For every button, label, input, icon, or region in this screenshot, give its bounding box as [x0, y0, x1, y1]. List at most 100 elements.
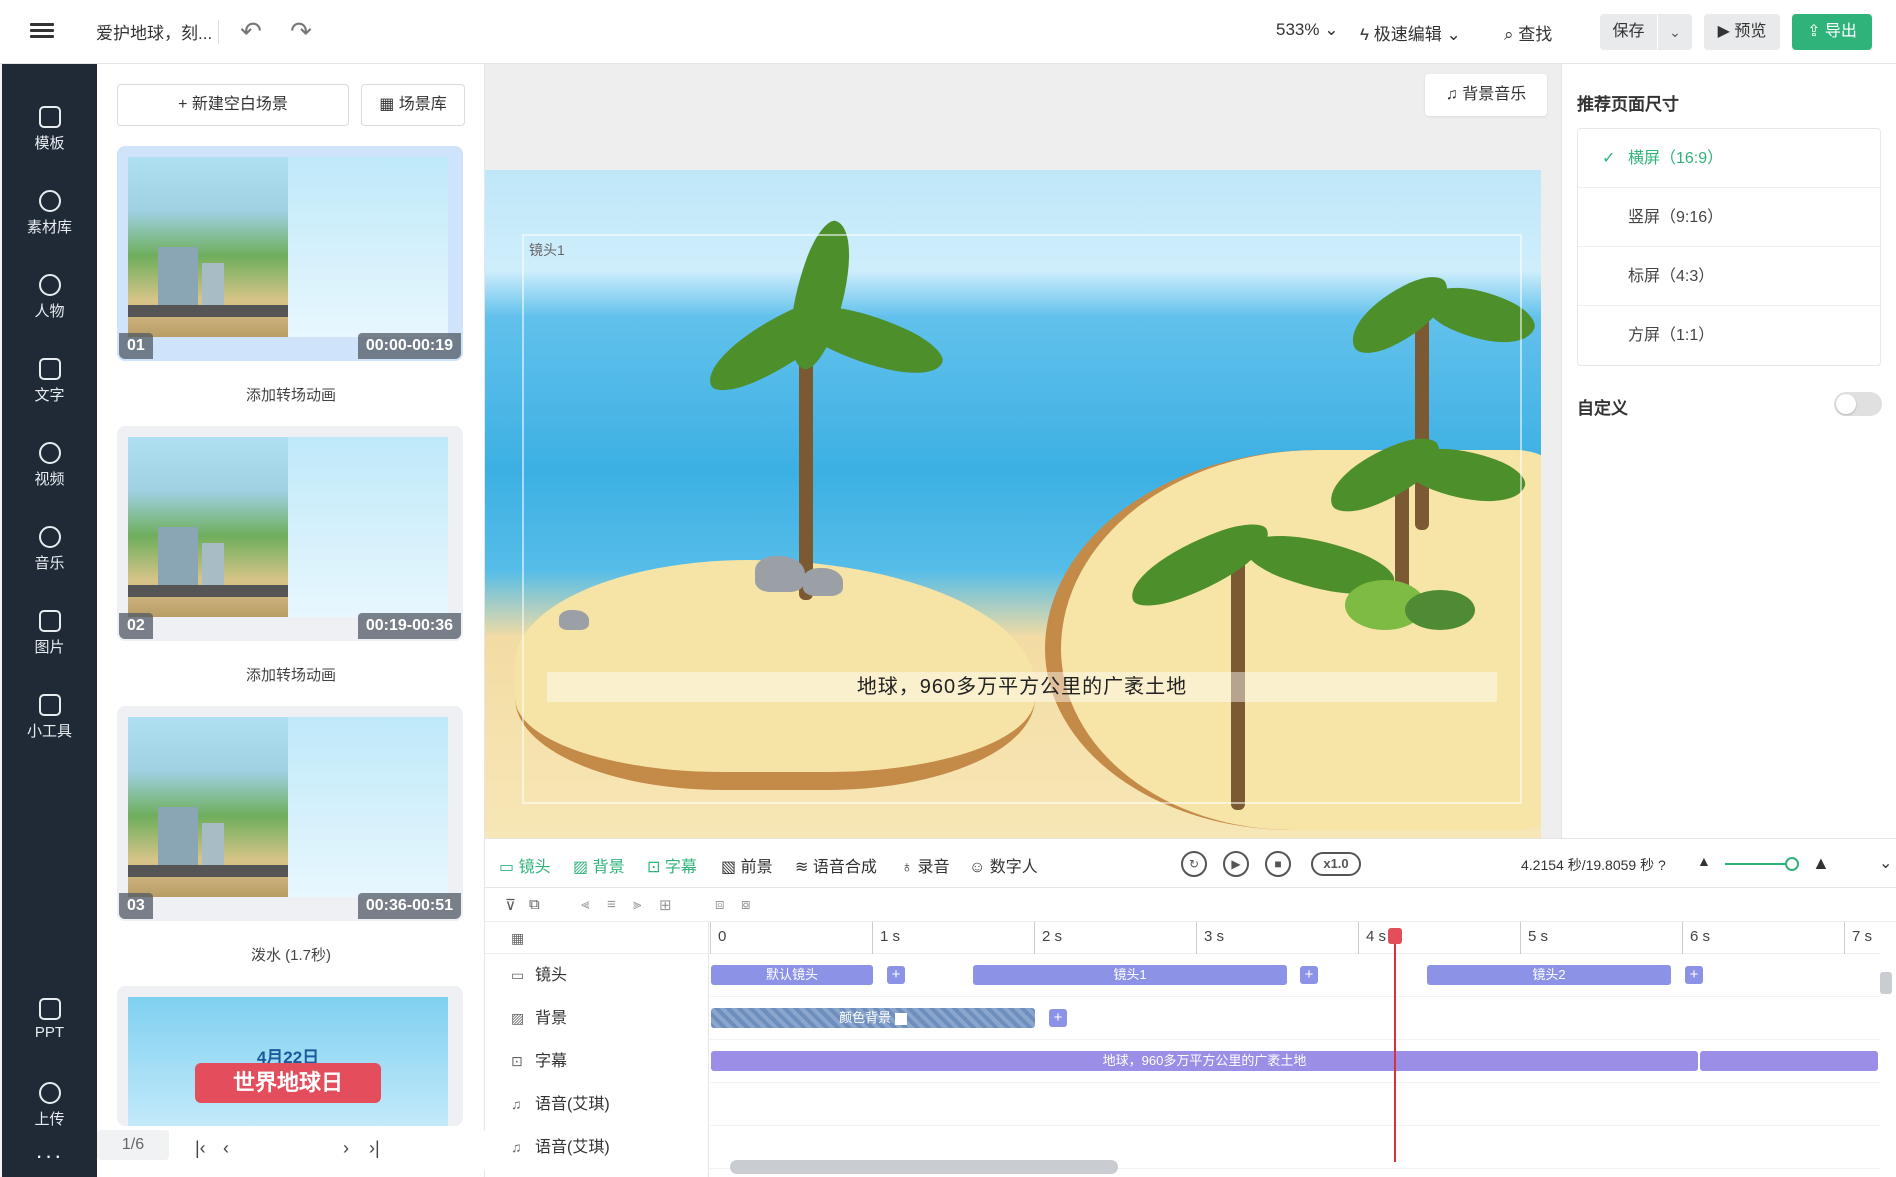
- add-shot-button[interactable]: +: [887, 966, 905, 984]
- zoom-out-icon[interactable]: ▲: [1697, 853, 1711, 869]
- size-option-square[interactable]: 方屏（1:1）: [1578, 306, 1880, 365]
- sidebar-item-label: 图片: [34, 639, 65, 656]
- bgm-label: 背景音乐: [1462, 86, 1527, 103]
- preview-button[interactable]: ▶ 预览: [1704, 14, 1780, 50]
- add-background-button[interactable]: +: [1049, 1009, 1067, 1027]
- timeline-horizontal-scrollbar[interactable]: [730, 1160, 1118, 1174]
- save-button[interactable]: 保存: [1600, 14, 1657, 50]
- background-music-button[interactable]: ♫ 背景音乐: [1425, 74, 1547, 116]
- play-icon[interactable]: ▶: [1223, 851, 1249, 877]
- scene-thumbnail: [128, 717, 448, 897]
- sidebar-item-template[interactable]: 模板: [2, 106, 97, 153]
- find-button[interactable]: ⌕ 查找: [1504, 20, 1552, 45]
- timeline-zoom-slider[interactable]: [1725, 857, 1799, 871]
- sidebar-item-upload[interactable]: 上传: [2, 1082, 97, 1129]
- more-icon[interactable]: ···: [2, 1143, 97, 1169]
- sidebar-item-assets[interactable]: 素材库: [2, 190, 97, 237]
- track-label-voice-1: ♫ 语音(艾琪): [485, 1083, 708, 1126]
- shot-label: 镜头1: [529, 242, 565, 258]
- scene-card-3[interactable]: 03 00:36-00:51: [117, 706, 463, 921]
- sidebar-item-music[interactable]: 音乐: [2, 526, 97, 573]
- replay-icon[interactable]: ↻: [1181, 851, 1207, 877]
- background-icon: ▨: [511, 1010, 525, 1026]
- mic-icon: ♁: [901, 859, 913, 876]
- track-subtitle: 地球，960多万平方公里的广袤土地: [710, 1040, 1880, 1083]
- next-page-icon[interactable]: ›: [343, 1138, 349, 1159]
- document-title[interactable]: 爱护地球，刻...: [96, 19, 212, 44]
- size-option-landscape[interactable]: ✓ 横屏（16:9）: [1578, 129, 1880, 188]
- shot-clip[interactable]: 镜头2: [1427, 965, 1671, 985]
- playhead-handle[interactable]: [1388, 928, 1402, 944]
- help-icon[interactable]: ?: [1658, 857, 1666, 873]
- filter-icon[interactable]: ⊽: [505, 896, 516, 914]
- slider-knob[interactable]: [1785, 857, 1799, 871]
- first-page-icon[interactable]: |‹: [195, 1138, 206, 1159]
- hamburger-icon[interactable]: [30, 20, 54, 44]
- preview-label: 预览: [1734, 23, 1767, 40]
- scene-card-2[interactable]: 02 00:19-00:36: [117, 426, 463, 641]
- add-shot-button[interactable]: +: [1685, 966, 1703, 984]
- size-option-label: 横屏（16:9）: [1628, 150, 1724, 167]
- add-shot-button[interactable]: +: [1300, 966, 1318, 984]
- stage-canvas[interactable]: 镜头1 地球，960多万平方公里的广袤土地: [485, 170, 1541, 838]
- sidebar-item-text[interactable]: 文字: [2, 358, 97, 405]
- playhead[interactable]: [1394, 928, 1396, 1162]
- size-option-label: 竖屏（9:16）: [1628, 209, 1724, 226]
- new-blank-scene-button[interactable]: + 新建空白场景: [117, 84, 349, 126]
- prev-page-icon[interactable]: ‹: [223, 1138, 229, 1159]
- size-option-portrait[interactable]: 竖屏（9:16）: [1578, 188, 1880, 247]
- sidebar-item-ppt[interactable]: PPT: [2, 998, 97, 1041]
- foreground-icon: ▧: [721, 859, 737, 876]
- size-option-label: 方屏（1:1）: [1628, 327, 1715, 344]
- collapse-icon[interactable]: ⌄: [1879, 853, 1892, 873]
- custom-size-toggle[interactable]: [1834, 392, 1882, 416]
- redo-icon[interactable]: ↷: [286, 16, 316, 46]
- road-shape: [128, 865, 288, 877]
- subtitle-text[interactable]: 地球，960多万平方公里的广袤土地: [547, 672, 1497, 702]
- export-button[interactable]: ⇪ 导出: [1792, 14, 1872, 50]
- tool-shot[interactable]: ▭ 镜头: [499, 853, 551, 877]
- left-nav: 模板 素材库 人物 文字 视频 音乐 图片 小工具 PPT 上传 ···: [2, 64, 97, 1177]
- layers-icon[interactable]: ⧉: [529, 896, 540, 913]
- page-size-panel: 推荐页面尺寸 ✓ 横屏（16:9） 竖屏（9:16） 标屏（4:3） 方屏（1:1…: [1561, 64, 1896, 838]
- playback-speed[interactable]: x1.0: [1311, 852, 1361, 876]
- scene-library-button[interactable]: ▦ 场景库: [361, 84, 465, 126]
- stop-icon[interactable]: ■: [1265, 851, 1291, 877]
- tool-digital-human[interactable]: ☺ 数字人: [969, 853, 1038, 877]
- page-size-list: ✓ 横屏（16:9） 竖屏（9:16） 标屏（4:3） 方屏（1:1）: [1577, 128, 1881, 366]
- shot-clip[interactable]: 默认镜头: [711, 965, 873, 985]
- sidebar-item-tools[interactable]: 小工具: [2, 694, 97, 741]
- page-indicator[interactable]: 1/6: [97, 1130, 169, 1160]
- zoom-dropdown[interactable]: 533% ⌄: [1276, 20, 1338, 40]
- transition-label[interactable]: 泼水 (1.7秒): [97, 944, 485, 965]
- background-clip[interactable]: 颜色背景: [711, 1008, 1035, 1028]
- add-transition-link[interactable]: 添加转场动画: [97, 384, 485, 405]
- size-option-standard[interactable]: 标屏（4:3）: [1578, 247, 1880, 306]
- last-page-icon[interactable]: ›|: [369, 1138, 380, 1159]
- sidebar-item-person[interactable]: 人物: [2, 274, 97, 321]
- sidebar-item-label: 小工具: [26, 723, 72, 740]
- sidebar-item-video[interactable]: 视频: [2, 442, 97, 489]
- text-icon: [38, 358, 61, 380]
- tool-foreground[interactable]: ▧ 前景: [721, 853, 773, 877]
- sidebar-item-image[interactable]: 图片: [2, 610, 97, 657]
- image-icon: [38, 610, 61, 632]
- scene-card-1[interactable]: 01 00:00-00:19: [117, 146, 463, 361]
- tool-tts[interactable]: ≋ 语音合成: [795, 853, 877, 877]
- tool-record[interactable]: ♁ 录音: [901, 853, 949, 877]
- scene-card-4[interactable]: 4月22日 世界地球日: [117, 986, 463, 1126]
- edit-mode-dropdown[interactable]: ϟ 极速编辑 ⌄: [1360, 20, 1461, 45]
- scene-thumbnail: [128, 437, 448, 617]
- shot-clip[interactable]: 镜头1: [973, 965, 1287, 985]
- subtitle-clip[interactable]: [1700, 1051, 1878, 1071]
- zoom-in-icon[interactable]: ▲: [1812, 853, 1830, 874]
- save-dropdown-icon[interactable]: ⌄: [1658, 14, 1692, 50]
- undo-icon[interactable]: ↶: [236, 16, 266, 46]
- timeline-vertical-scrollbar[interactable]: [1880, 972, 1892, 994]
- background-icon: ▨: [573, 859, 589, 876]
- tool-background[interactable]: ▨ 背景: [573, 853, 625, 877]
- tool-subtitle[interactable]: ⊡ 字幕: [647, 853, 697, 877]
- add-transition-link[interactable]: 添加转场动画: [97, 664, 485, 685]
- subtitle-clip[interactable]: 地球，960多万平方公里的广袤土地: [711, 1051, 1698, 1071]
- time-ruler[interactable]: 0 1 s 2 s 3 s 4 s 5 s 6 s 7 s: [710, 922, 1880, 954]
